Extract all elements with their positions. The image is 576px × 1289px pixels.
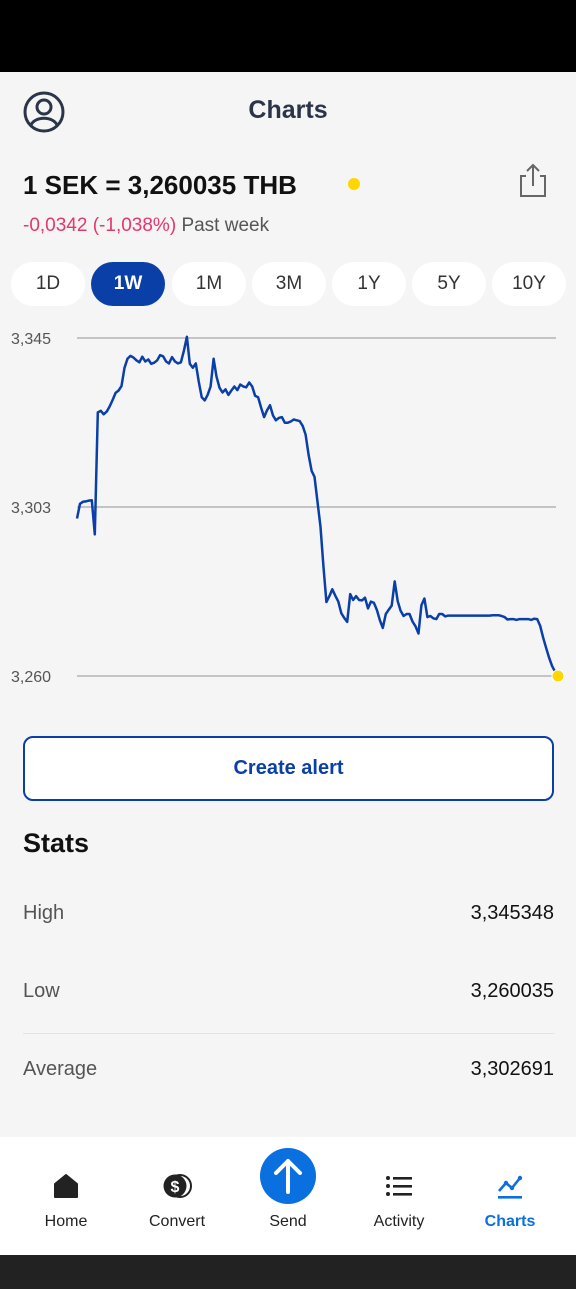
range-1d-button[interactable]: 1D	[11, 262, 85, 306]
stat-label: Low	[23, 980, 60, 1002]
stat-row-average: Average 3,302691	[23, 1032, 554, 1110]
time-range-selector: 1D 1W 1M 3M 1Y 5Y 10Y	[11, 262, 571, 306]
dollar-coins-icon: $	[163, 1174, 192, 1198]
nav-label: Send	[269, 1213, 307, 1230]
range-1w-button[interactable]: 1W	[91, 262, 165, 306]
chart-line-icon	[498, 1175, 523, 1199]
bottom-nav: Home $ Convert Send Activity Charts	[0, 1137, 576, 1255]
stats-title: Stats	[23, 828, 90, 858]
stat-value: 3,302691	[470, 1058, 554, 1080]
system-navigation-bar	[0, 1255, 576, 1289]
nav-item-home[interactable]: Home	[11, 1137, 121, 1255]
nav-item-convert[interactable]: $ Convert	[122, 1137, 232, 1255]
nav-item-send[interactable]: Send	[233, 1137, 343, 1255]
live-indicator-dot	[348, 178, 360, 190]
y-tick-label-top: 3,345	[11, 331, 51, 348]
nav-label: Charts	[484, 1213, 536, 1230]
y-tick-label-mid: 3,303	[11, 500, 51, 517]
range-1y-button[interactable]: 1Y	[332, 262, 406, 306]
svg-text:$: $	[171, 1179, 180, 1196]
header: Charts	[0, 72, 576, 150]
range-10y-button[interactable]: 10Y	[492, 262, 566, 306]
stat-row-high: High 3,345348	[23, 876, 554, 954]
rate-chart[interactable]: 3,345 3,303 3,260	[0, 316, 576, 706]
list-icon	[386, 1176, 412, 1196]
status-bar	[0, 0, 576, 72]
stat-value: 3,260035	[470, 980, 554, 1002]
range-1m-button[interactable]: 1M	[172, 262, 246, 306]
nav-label: Home	[44, 1213, 88, 1230]
range-3m-button[interactable]: 3M	[252, 262, 326, 306]
stat-label: High	[23, 902, 65, 924]
page-title: Charts	[248, 96, 328, 124]
stat-row-low: Low 3,260035	[23, 954, 554, 1032]
send-button[interactable]	[260, 1148, 316, 1204]
home-icon	[54, 1174, 78, 1198]
nav-item-activity[interactable]: Activity	[344, 1137, 454, 1255]
share-icon[interactable]	[516, 162, 550, 200]
nav-item-charts[interactable]: Charts	[455, 1137, 565, 1255]
nav-label: Activity	[373, 1213, 425, 1230]
rate-change-period: Past week	[181, 215, 270, 236]
stat-value: 3,345348	[470, 902, 554, 924]
stat-label: Average	[23, 1058, 98, 1080]
y-tick-label-bottom: 3,260	[11, 669, 51, 686]
exchange-rate: 1 SEK = 3,260035 THB	[23, 170, 297, 200]
rate-change-value: -0,0342 (-1,038%)	[23, 215, 177, 236]
nav-label: Convert	[148, 1213, 206, 1230]
rate-change: -0,0342 (-1,038%) Past week	[23, 215, 269, 237]
current-rate-marker	[551, 669, 565, 683]
range-5y-button[interactable]: 5Y	[412, 262, 486, 306]
create-alert-button[interactable]: Create alert	[23, 736, 554, 801]
arrow-up-icon	[274, 1159, 302, 1194]
